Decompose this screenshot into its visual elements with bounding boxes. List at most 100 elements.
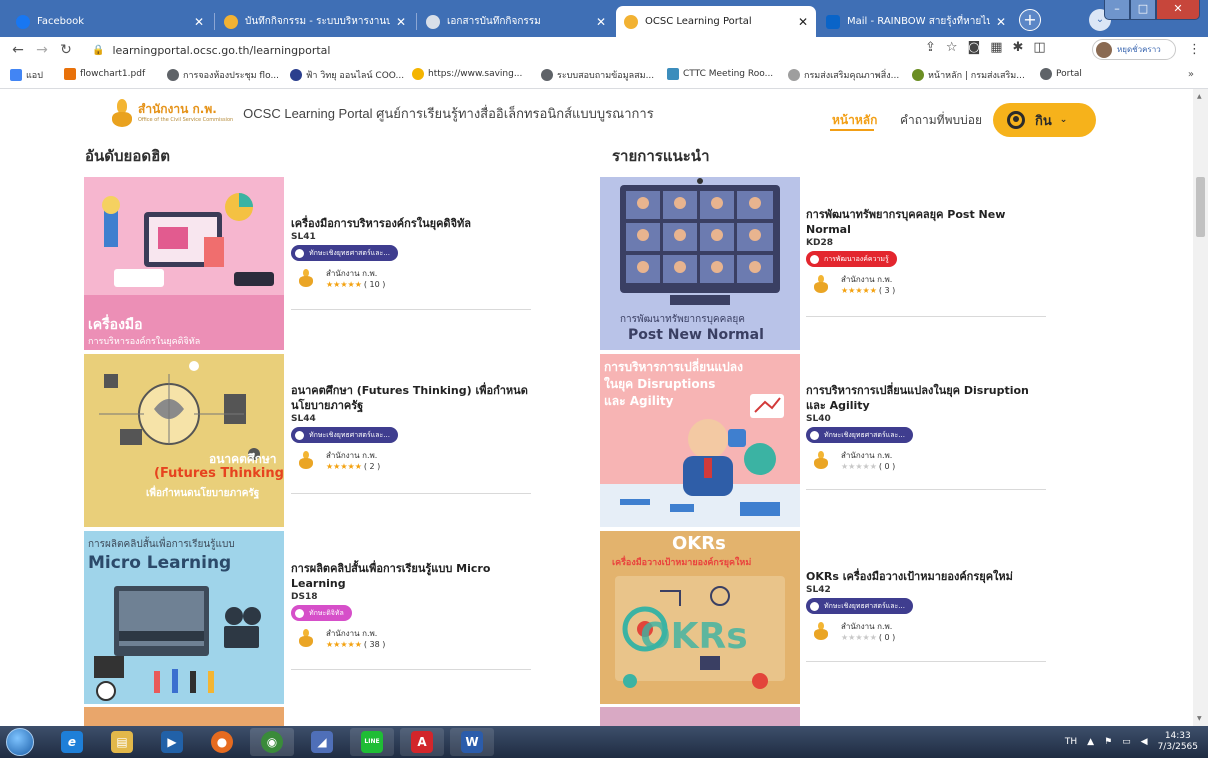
course-title[interactable]: การบริหารการเปลี่ยนแปลงในยุค Disruption … (806, 383, 1051, 413)
profile-button[interactable]: หยุดชั่วคราว (1092, 39, 1176, 60)
bookmark-item[interactable]: การจองห้องประชุม flo... (167, 68, 279, 82)
taskbar-internet-explorer[interactable]: e (50, 728, 94, 756)
taskbar-line[interactable]: LINE (350, 728, 394, 756)
bookmark-item[interactable]: กรมส่งเสริมคุณภาพสิ่ง... (788, 68, 899, 82)
course-card-info[interactable]: เครื่องมือการบริหารองค์กรในยุคดิจิทัล SL… (291, 216, 536, 289)
tab-title: Mail - RAINBOW สายรุ้งที่หายไป - C (847, 16, 990, 27)
minimize-button[interactable]: – (1104, 0, 1130, 20)
clock[interactable]: 14:33 7/3/2565 (1158, 731, 1198, 753)
bookmark-item[interactable]: ฟ้า วิทยุ ออนไลน์ COO... (290, 68, 404, 82)
course-thumbnail[interactable]: การบริหารการเปลี่ยนแปลง ในยุค Disruption… (600, 354, 800, 527)
forward-arrow-icon[interactable]: → (30, 42, 54, 58)
extensions-icon[interactable]: ✱ (1012, 40, 1023, 55)
course-thumbnail[interactable] (84, 707, 284, 726)
course-card-info[interactable]: การพัฒนาทรัพยากรบุคคลยุค Post New Normal… (806, 207, 1051, 295)
tab-activity-record[interactable]: บันทึกกิจกรรม - ระบบบริหารงานบุคคล ✕ (216, 6, 414, 37)
bookmark-item[interactable]: https://www.saving... (412, 68, 522, 80)
course-title[interactable]: OKRs เครื่องมือวางเป้าหมายองค์กรยุคใหม่ (806, 569, 1051, 584)
rating-count: ( 38 ) (363, 640, 386, 649)
volume-icon[interactable]: ◀ (1141, 737, 1148, 747)
course-thumbnail[interactable]: อนาคตศึกษา (Futures Thinking) เพื่อกำหนด… (84, 354, 284, 527)
course-title[interactable]: เครื่องมือการบริหารองค์กรในยุคดิจิทัล (291, 216, 536, 231)
share-icon[interactable]: ⇪ (925, 40, 936, 55)
close-icon[interactable]: ✕ (194, 15, 204, 29)
bookmark-item[interactable]: CTTC Meeting Roo... (667, 68, 773, 80)
course-title[interactable]: อนาคตศึกษา (Futures Thinking) เพื่อกำหนด… (291, 383, 536, 413)
globe-icon (541, 69, 553, 81)
course-title[interactable]: การพัฒนาทรัพยากรบุคคลยุค Post New Normal (806, 207, 1051, 237)
more-bookmarks-icon[interactable]: » (1188, 69, 1194, 80)
taskbar-app[interactable]: ◢ (300, 728, 344, 756)
taskbar-firefox[interactable]: ● (200, 728, 244, 756)
close-window-button[interactable]: ✕ (1156, 0, 1200, 20)
course-provider: สำนักงาน ก.พ. ★★★★★( 2 ) (291, 449, 536, 471)
more-menu-icon[interactable]: ⋮ (1188, 42, 1201, 57)
course-card-info[interactable]: การผลิตคลิปสั้นเพื่อการเรียนรู้แบบ Micro… (291, 561, 536, 649)
taskbar-media-player[interactable]: ▶ (150, 728, 194, 756)
taskbar-chrome[interactable]: ◉ (250, 728, 294, 756)
course-provider: สำนักงาน ก.พ. ★★★★★( 0 ) (806, 620, 1051, 642)
tab-title: Facebook (37, 16, 84, 27)
ocsc-lamp-icon (814, 275, 828, 293)
back-arrow-icon[interactable]: ← (6, 42, 30, 58)
close-icon[interactable]: ✕ (996, 15, 1006, 29)
card-divider (806, 661, 1046, 662)
course-thumbnail[interactable] (600, 707, 800, 726)
ocsc-lamp-icon (299, 451, 313, 469)
site-logo[interactable]: สำนักงาน ก.พ. Office of the Civil Servic… (112, 99, 654, 127)
scroll-up-icon[interactable]: ▲ (1197, 93, 1202, 100)
taskbar-word[interactable]: W (450, 728, 494, 756)
system-tray: TH ▲ ⚑ ▭ ◀ 14:33 7/3/2565 (1065, 726, 1198, 758)
course-card-info[interactable]: อนาคตศึกษา (Futures Thinking) เพื่อกำหนด… (291, 383, 536, 471)
scrollbar-thumb[interactable] (1196, 177, 1205, 237)
globe-icon (167, 69, 179, 81)
thumbnail-caption: เครื่องมือวางเป้าหมายองค์กรยุคใหม่ (612, 558, 752, 568)
network-icon[interactable]: ▭ (1122, 737, 1131, 747)
close-icon[interactable]: ✕ (798, 15, 808, 29)
side-panel-icon[interactable]: ◫ (1033, 40, 1045, 55)
taskbar-file-explorer[interactable]: ▤ (100, 728, 144, 756)
tab-title: เอกสารบันทึกกิจกรรม (447, 16, 541, 27)
section-title-popular: อันดับยอดฮิต (85, 147, 170, 165)
close-icon[interactable]: ✕ (596, 15, 606, 29)
tab-activity-docs[interactable]: เอกสารบันทึกกิจกรรม ✕ (418, 6, 614, 37)
course-thumbnail[interactable]: การพัฒนาทรัพยากรบุคคลยุค Post New Normal (600, 177, 800, 350)
tab-facebook[interactable]: Facebook ✕ (8, 6, 212, 37)
bookmark-item[interactable]: Portal (1040, 68, 1082, 80)
bookmark-apps[interactable]: แอป (10, 68, 43, 82)
nav-home-link[interactable]: หน้าหลัก (832, 111, 877, 130)
close-icon[interactable]: ✕ (396, 15, 406, 29)
course-thumbnail[interactable]: เครื่องมือ การบริหารองค์กรในยุคดิจิทัล (84, 177, 284, 350)
page-viewport: สำนักงาน ก.พ. Office of the Civil Servic… (0, 89, 1193, 726)
input-language[interactable]: TH (1065, 737, 1077, 747)
folder-icon: ▤ (111, 731, 133, 753)
bookmark-item[interactable]: ระบบสอบถามข้อมูลสม... (541, 68, 654, 82)
category-tag: ทักษะดิจิทัล (291, 605, 352, 621)
course-thumbnail[interactable]: OKRs เครื่องมือวางเป้าหมายองค์กรยุคใหม่ … (600, 531, 800, 704)
show-hidden-icons[interactable]: ▲ (1087, 737, 1094, 747)
course-thumbnail[interactable]: การผลิตคลิปสั้นเพื่อการเรียนรู้แบบ Micro… (84, 531, 284, 704)
nav-faq-link[interactable]: คำถามที่พบบ่อย (900, 111, 982, 130)
course-card-info[interactable]: OKRs เครื่องมือวางเป้าหมายองค์กรยุคใหม่ … (806, 569, 1051, 642)
tab-mail[interactable]: Mail - RAINBOW สายรุ้งที่หายไป - C ✕ (818, 6, 1014, 37)
flag-icon[interactable]: ⚑ (1104, 737, 1112, 747)
course-title[interactable]: การผลิตคลิปสั้นเพื่อการเรียนรู้แบบ Micro… (291, 561, 536, 591)
qr-code-icon[interactable]: ▦ (990, 40, 1002, 55)
page-scrollbar[interactable]: ▲ ▼ (1193, 89, 1208, 726)
bookmark-item[interactable]: flowchart1.pdf (64, 68, 145, 80)
course-code: SL42 (806, 585, 831, 595)
camera-icon[interactable]: ◙ (968, 40, 981, 55)
address-bar[interactable]: 🔒 learningportal.ocsc.go.th/learningport… (92, 39, 912, 61)
thumbnail-caption: OKRs (640, 616, 748, 657)
bookmark-star-icon[interactable]: ☆ (946, 40, 958, 55)
bookmark-item[interactable]: หน้าหลัก | กรมส่งเสริม... (912, 68, 1025, 82)
tab-ocsc-learning-portal[interactable]: OCSC Learning Portal ✕ (616, 6, 816, 37)
course-card-info[interactable]: การบริหารการเปลี่ยนแปลงในยุค Disruption … (806, 383, 1051, 471)
new-tab-button[interactable]: + (1019, 9, 1041, 31)
taskbar-acrobat[interactable]: A (400, 728, 444, 756)
maximize-button[interactable]: □ (1130, 0, 1156, 20)
reload-icon[interactable]: ↻ (54, 42, 78, 58)
user-menu-button[interactable]: กิน ⌄ (993, 103, 1096, 137)
start-button[interactable] (6, 728, 34, 756)
scroll-down-icon[interactable]: ▼ (1197, 715, 1202, 722)
